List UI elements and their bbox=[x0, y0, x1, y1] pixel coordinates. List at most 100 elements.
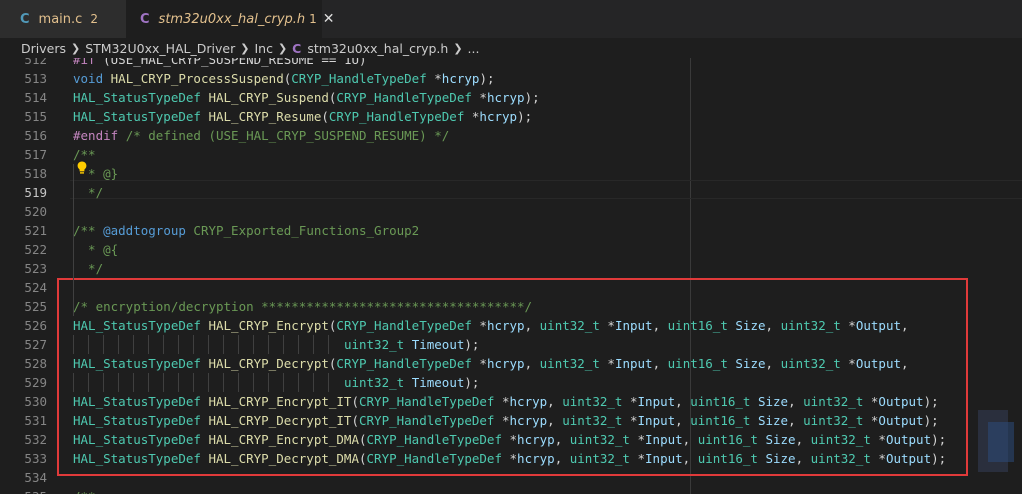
code-line[interactable]: 516 #endif /* defined (USE_HAL_CRYP_SUSPE… bbox=[0, 126, 1022, 145]
code-token: /** bbox=[73, 147, 96, 162]
code-token: Output bbox=[885, 451, 932, 466]
code-text[interactable]: /** bbox=[73, 145, 96, 164]
code-text[interactable]: */ bbox=[73, 259, 103, 278]
code-token: , bbox=[765, 318, 781, 333]
code-text[interactable]: HAL_StatusTypeDef HAL_CRYP_Encrypt_IT(CR… bbox=[73, 392, 939, 411]
code-token: , bbox=[554, 451, 570, 466]
code-line[interactable]: 514 HAL_StatusTypeDef HAL_CRYP_Suspend(CR… bbox=[0, 88, 1022, 107]
code-token: , bbox=[675, 413, 691, 428]
indent-guide bbox=[313, 373, 314, 392]
code-token: , bbox=[682, 432, 698, 447]
code-token: hcryp bbox=[509, 413, 548, 428]
tab-main-c[interactable]: C main.c 2 bbox=[0, 0, 126, 38]
code-line[interactable]: 521 /** @addtogroup CRYP_Exported_Functio… bbox=[0, 221, 1022, 240]
code-text[interactable]: void HAL_CRYP_ProcessSuspend(CRYP_Handle… bbox=[73, 69, 495, 88]
code-text[interactable]: HAL_StatusTypeDef HAL_CRYP_Suspend(CRYP_… bbox=[73, 88, 540, 107]
line-number: 528 bbox=[24, 356, 47, 371]
code-token: Input bbox=[614, 356, 653, 371]
code-line[interactable]: 518 * @} bbox=[0, 164, 1022, 183]
code-token: Size bbox=[757, 394, 789, 409]
code-token: Output bbox=[855, 356, 901, 371]
code-token: * bbox=[464, 109, 480, 124]
code-line[interactable]: 520 bbox=[0, 202, 1022, 221]
breadcrumb-item-drivers[interactable]: Drivers bbox=[21, 41, 66, 56]
code-text[interactable]: #endif /* defined (USE_HAL_CRYP_SUSPEND_… bbox=[73, 126, 449, 145]
code-line[interactable]: 513 void HAL_CRYP_ProcessSuspend(CRYP_Han… bbox=[0, 69, 1022, 88]
code-text[interactable]: * @{ bbox=[73, 240, 118, 259]
close-icon[interactable]: ✕ bbox=[323, 11, 335, 27]
code-text[interactable]: HAL_StatusTypeDef HAL_CRYP_Decrypt(CRYP_… bbox=[73, 354, 909, 373]
code-token: ( bbox=[95, 58, 111, 67]
code-line[interactable]: 532 HAL_StatusTypeDef HAL_CRYP_Encrypt_DM… bbox=[0, 430, 1022, 449]
code-text[interactable]: /** @addtogroup CRYP_Exported_Functions_… bbox=[73, 221, 419, 240]
code-token: , bbox=[901, 356, 909, 371]
indent-guide bbox=[238, 335, 239, 354]
code-line[interactable]: 530 HAL_StatusTypeDef HAL_CRYP_Encrypt_IT… bbox=[0, 392, 1022, 411]
code-editor[interactable]: 512 #if (USE_HAL_CRYP_SUSPEND_RESUME == 1… bbox=[0, 58, 1022, 494]
code-line[interactable]: 527 uint32_t Timeout); bbox=[0, 335, 1022, 354]
code-line[interactable]: 515 HAL_StatusTypeDef HAL_CRYP_Resume(CRY… bbox=[0, 107, 1022, 126]
indent-guide bbox=[148, 335, 149, 354]
breadcrumb-item-hal-driver[interactable]: STM32U0xx_HAL_Driver bbox=[85, 41, 235, 56]
tab-stm32u0xx-hal-cryp-h[interactable]: C stm32u0xx_hal_cryp.h 1 ✕ bbox=[126, 0, 335, 38]
code-line[interactable]: 528 HAL_StatusTypeDef HAL_CRYP_Decrypt(CR… bbox=[0, 354, 1022, 373]
code-token: * bbox=[840, 356, 856, 371]
indent-guide bbox=[73, 335, 74, 354]
code-token: , bbox=[788, 394, 804, 409]
indent-guide bbox=[268, 335, 269, 354]
code-line[interactable]: 522 * @{ bbox=[0, 240, 1022, 259]
code-token: HAL_StatusTypeDef bbox=[73, 451, 201, 466]
code-token: uint32_t bbox=[539, 356, 600, 371]
code-token: HAL_StatusTypeDef bbox=[73, 413, 201, 428]
code-token: hcryp bbox=[486, 356, 525, 371]
code-line[interactable]: 526 HAL_StatusTypeDef HAL_CRYP_Encrypt(CR… bbox=[0, 316, 1022, 335]
code-text[interactable]: #if (USE_HAL_CRYP_SUSPEND_RESUME == 1U) bbox=[73, 58, 367, 69]
code-text[interactable]: HAL_StatusTypeDef HAL_CRYP_Decrypt_DMA(C… bbox=[73, 449, 946, 468]
code-token: , bbox=[682, 451, 698, 466]
code-token: * bbox=[426, 71, 442, 86]
line-number: 522 bbox=[24, 242, 47, 257]
code-token: ( bbox=[351, 394, 359, 409]
code-text[interactable]: HAL_StatusTypeDef HAL_CRYP_Decrypt_IT(CR… bbox=[73, 411, 939, 430]
code-text[interactable]: HAL_StatusTypeDef HAL_CRYP_Resume(CRYP_H… bbox=[73, 107, 532, 126]
code-line[interactable]: 524 bbox=[0, 278, 1022, 297]
code-token: hcryp bbox=[486, 90, 525, 105]
breadcrumb-item-symbols[interactable]: ... bbox=[468, 41, 480, 56]
code-line[interactable]: 517 /** bbox=[0, 145, 1022, 164]
code-text[interactable]: HAL_StatusTypeDef HAL_CRYP_Encrypt(CRYP_… bbox=[73, 316, 909, 335]
code-token: HAL_StatusTypeDef bbox=[73, 432, 201, 447]
code-text[interactable]: * @} bbox=[73, 164, 118, 183]
code-line[interactable]: 512 #if (USE_HAL_CRYP_SUSPEND_RESUME == 1… bbox=[0, 58, 1022, 69]
breadcrumb-item-inc[interactable]: Inc bbox=[254, 41, 272, 56]
indent-guide bbox=[118, 373, 119, 392]
code-token: /* defined (USE_HAL_CRYP_SUSPEND_RESUME)… bbox=[125, 128, 450, 143]
line-number: 533 bbox=[24, 451, 47, 466]
code-token: HAL_StatusTypeDef bbox=[73, 394, 201, 409]
code-line[interactable]: 533 HAL_StatusTypeDef HAL_CRYP_Decrypt_DM… bbox=[0, 449, 1022, 468]
code-text[interactable]: /* encryption/decryption ***************… bbox=[73, 297, 532, 316]
code-line[interactable]: 519 */ bbox=[0, 183, 1022, 202]
line-number: 523 bbox=[24, 261, 47, 276]
tab-label: stm32u0xx_hal_cryp.h bbox=[158, 11, 306, 27]
code-line[interactable]: 529 uint32_t Timeout); bbox=[0, 373, 1022, 392]
code-line[interactable]: 534 bbox=[0, 468, 1022, 487]
line-number: 521 bbox=[24, 223, 47, 238]
code-text[interactable]: */ bbox=[73, 183, 103, 202]
code-line[interactable]: 531 HAL_StatusTypeDef HAL_CRYP_Decrypt_IT… bbox=[0, 411, 1022, 430]
code-token: uint32_t bbox=[343, 375, 405, 390]
indent-guide bbox=[283, 335, 284, 354]
code-token: hcryp bbox=[517, 432, 555, 447]
code-line[interactable]: 523 */ bbox=[0, 259, 1022, 278]
code-token: * bbox=[471, 356, 487, 371]
code-token: uint16_t bbox=[667, 318, 728, 333]
breadcrumb-item-file[interactable]: stm32u0xx_hal_cryp.h bbox=[307, 41, 448, 56]
code-line[interactable]: 525 /* encryption/decryption ************… bbox=[0, 297, 1022, 316]
code-token: HAL_StatusTypeDef bbox=[73, 109, 201, 124]
code-text[interactable]: HAL_StatusTypeDef HAL_CRYP_Encrypt_DMA(C… bbox=[73, 430, 946, 449]
code-text[interactable]: /** bbox=[73, 487, 96, 494]
code-token: * bbox=[471, 90, 487, 105]
code-line[interactable]: 535 /** bbox=[0, 487, 1022, 494]
